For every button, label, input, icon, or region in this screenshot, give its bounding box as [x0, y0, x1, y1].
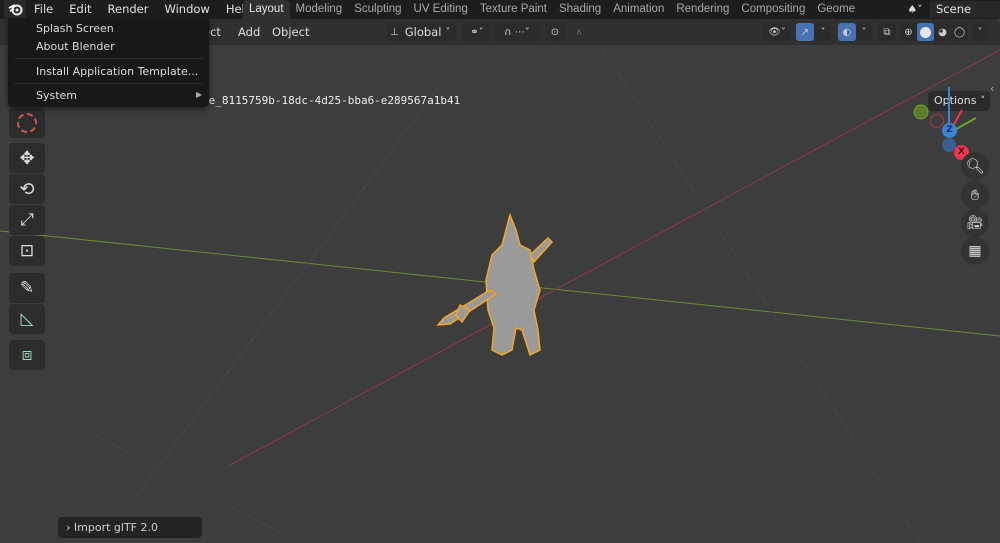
chevron-right-icon: ›: [66, 521, 71, 534]
shading-rendered-icon[interactable]: ◯: [951, 23, 968, 41]
overlay-dropdown-icon[interactable]: ˅: [856, 23, 872, 41]
menu-window[interactable]: Window: [156, 0, 217, 19]
menu-edit[interactable]: Edit: [61, 0, 99, 19]
scale-tool[interactable]: ⤢: [9, 205, 45, 235]
pivot-point-icon[interactable]: ⚭˅: [463, 23, 491, 41]
tab-shading[interactable]: Shading: [553, 0, 607, 19]
rotate-icon: ⟲: [19, 178, 35, 200]
measure-tool[interactable]: ◺: [9, 304, 45, 334]
proportional-edit-icon[interactable]: ⊙: [545, 23, 565, 41]
falloff-icon[interactable]: ∧: [567, 23, 591, 41]
last-operator-panel[interactable]: › Import glTF 2.0: [58, 517, 202, 538]
perspective-toggle-button[interactable]: ▦: [961, 237, 989, 265]
tab-sculpting[interactable]: Sculpting: [348, 0, 407, 19]
gizmo-toggle-icon[interactable]: ↗: [796, 23, 814, 41]
menu-item-about-blender[interactable]: About Blender: [36, 40, 115, 53]
scale-icon: ⤢: [20, 210, 34, 230]
snap-icon[interactable]: ∩ ⋯˅: [494, 23, 540, 41]
menu-item-system[interactable]: System: [36, 89, 77, 102]
tab-layout[interactable]: Layout: [243, 0, 290, 19]
top-bar: File Edit Render Window Help Layout Mode…: [0, 0, 1000, 19]
tab-modeling[interactable]: Modeling: [290, 0, 349, 19]
visibility-icon[interactable]: 👁˅: [763, 23, 791, 41]
cursor-tool[interactable]: [9, 108, 45, 138]
menu-item-splash-screen[interactable]: Splash Screen: [36, 22, 114, 35]
add-cube-tool[interactable]: ⧈: [9, 340, 45, 370]
object-name-label: de_8115759b-18dc-4d25-bba6-e289567a1b41: [202, 94, 461, 107]
transform-icon: ⊡: [19, 241, 35, 261]
overlay-toggle-icon[interactable]: ◐: [838, 23, 856, 41]
add-cube-icon: ⧈: [21, 345, 33, 365]
tab-uv-editing[interactable]: UV Editing: [408, 0, 474, 19]
menu-file[interactable]: File: [26, 0, 61, 19]
x-axis-line: [229, 49, 1000, 466]
shading-dropdown-icon[interactable]: ˅: [972, 23, 988, 41]
annotate-tool[interactable]: ✎: [9, 273, 45, 303]
menu-render[interactable]: Render: [100, 0, 157, 19]
sidebar-toggle-icon[interactable]: ‹: [990, 82, 994, 95]
blender-logo-icon[interactable]: [4, 0, 26, 19]
hand-icon: ✋︎: [970, 186, 980, 204]
file-menu-dropdown: Splash Screen About Blender Install Appl…: [8, 18, 209, 107]
orientation-icon: ⊥: [390, 26, 399, 38]
menu-add[interactable]: Add: [238, 19, 260, 45]
shading-material-icon[interactable]: ◕: [934, 23, 951, 41]
gizmo-z-axis[interactable]: Z: [942, 123, 957, 138]
move-icon: ✥: [19, 147, 35, 169]
shading-wireframe-icon[interactable]: ⊕: [900, 23, 917, 41]
tab-texture-paint[interactable]: Texture Paint: [474, 0, 553, 19]
tab-animation[interactable]: Animation: [607, 0, 670, 19]
3d-viewport[interactable]: de_8115759b-18dc-4d25-bba6-e289567a1b41 …: [0, 45, 1000, 543]
move-tool[interactable]: ✥: [9, 143, 45, 173]
menu-object[interactable]: Object: [272, 19, 309, 45]
tab-rendering[interactable]: Rendering: [670, 0, 735, 19]
scene-icon: ♠˅: [907, 3, 923, 16]
camera-view-button[interactable]: 🎥︎: [961, 209, 989, 237]
menu-item-install-app-template[interactable]: Install Application Template...: [36, 65, 198, 78]
submenu-arrow-icon: ▶: [196, 90, 203, 99]
shading-solid-icon[interactable]: [917, 23, 934, 41]
gizmo-dropdown-icon[interactable]: ˅: [815, 23, 831, 41]
menu-separator: [14, 83, 203, 84]
grid-icon: ▦: [968, 243, 982, 259]
xray-icon[interactable]: ⧉: [878, 23, 896, 41]
tab-compositing[interactable]: Compositing: [735, 0, 811, 19]
transform-tool[interactable]: ⊡: [9, 236, 45, 266]
menu-separator: [14, 58, 203, 59]
camera-icon: 🎥︎: [966, 215, 984, 231]
pan-button[interactable]: ✋︎: [961, 181, 989, 209]
cursor-icon: [17, 113, 37, 133]
character-model[interactable]: [430, 210, 570, 370]
tab-geometry-nodes[interactable]: Geome: [811, 0, 861, 19]
rotate-tool[interactable]: ⟲: [9, 174, 45, 204]
ruler-icon: ◺: [20, 309, 34, 329]
transform-orientation-dropdown[interactable]: ⊥ Global ˅: [386, 23, 456, 41]
scene-selector[interactable]: ♠˅ Scene: [900, 0, 1000, 19]
pencil-icon: ✎: [19, 278, 35, 298]
scene-name[interactable]: Scene: [930, 1, 1000, 18]
zoom-button[interactable]: 🔍︎: [961, 152, 989, 180]
zoom-icon: 🔍︎: [965, 157, 985, 175]
workspace-tabs: Layout Modeling Sculpting UV Editing Tex…: [243, 0, 861, 19]
